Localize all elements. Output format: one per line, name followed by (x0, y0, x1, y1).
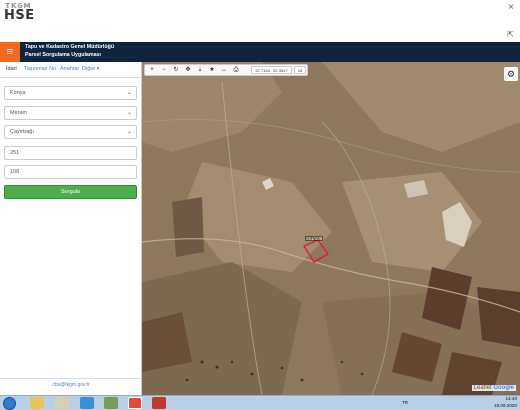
measure-icon[interactable]: ↔ (218, 65, 230, 75)
tab-diger[interactable]: Diğer ▾ (82, 66, 99, 72)
app-header: ≡ Tapu ve Kadastro Genel Müdürlüğü Parse… (0, 42, 520, 62)
collapse-icon[interactable]: ⇱ (507, 30, 514, 39)
zoom-out-icon[interactable]: − (158, 65, 170, 75)
satellite-imagery (142, 62, 520, 395)
neighborhood-select[interactable]: Çayırbağı ⌄ (4, 125, 137, 139)
app-icon[interactable] (104, 397, 118, 409)
parcel-label: 251/108 (305, 236, 324, 241)
app-title: Tapu ve Kadastro Genel Müdürlüğü Parsel … (25, 44, 114, 59)
title-line-2: Parsel Sorgulama Uygulaması (25, 51, 101, 58)
system-clock[interactable]: 14:40 18.09.2020 (494, 396, 517, 409)
taskbar: TR 14:40 18.09.2020 (0, 395, 520, 410)
leaflet-link[interactable]: Leaflet (474, 385, 492, 391)
province-value: Konya (10, 90, 26, 96)
tab-anahtar[interactable]: Anahtar (60, 66, 79, 72)
coordinate-readout[interactable]: 37.7104 , 32.3517 (251, 66, 292, 74)
parcel-value: 108 (10, 169, 20, 175)
logo-text: HSE (4, 8, 35, 23)
logo: ᴛᴋɢᴍ HSE (4, 1, 35, 23)
download-icon[interactable]: ⇣ (194, 65, 206, 75)
title-line-1: Tapu ve Kadastro Genel Müdürlüğü (25, 44, 115, 50)
zoom-in-icon[interactable]: + (146, 65, 158, 75)
map-toolbar: + − ↻ ✥ ⇣ ★ ↔ ⎙ 37.7104 , 32.3517 16 (144, 64, 308, 76)
language-indicator[interactable]: TR (402, 400, 408, 405)
gear-icon[interactable]: ⚙ (504, 67, 518, 81)
top-bar: ᴛᴋɢᴍ HSE × ⇱ (0, 0, 520, 42)
print-icon[interactable]: ⎙ (230, 65, 242, 75)
chevron-down-icon: ⌄ (126, 110, 132, 116)
close-icon[interactable]: × (508, 2, 514, 13)
refresh-icon[interactable]: ↻ (170, 65, 182, 75)
favorite-icon[interactable]: ★ (206, 65, 218, 75)
media-player-icon[interactable] (55, 397, 69, 409)
map-attribution: Leaflet Google (471, 385, 516, 391)
query-tabs: İdari Taşınmaz No Anahtar Diğer ▾ (0, 62, 142, 78)
province-select[interactable]: Konya ⌄ (4, 86, 137, 100)
locate-icon[interactable]: ✥ (182, 65, 194, 75)
district-select[interactable]: Meram ⌄ (4, 106, 137, 120)
start-button[interactable] (3, 397, 16, 410)
google-logo: Google (493, 385, 514, 391)
chevron-down-icon: ⌄ (126, 90, 132, 96)
tab-tasinmaz-no[interactable]: Taşınmaz No (24, 66, 56, 72)
chevron-down-icon: ⌄ (126, 129, 132, 135)
sidebar: İdari Taşınmaz No Anahtar Diğer ▾ Konya … (0, 62, 142, 395)
parcel-input[interactable]: 108 (4, 165, 137, 179)
block-value: 251 (10, 150, 20, 156)
district-value: Meram (10, 110, 28, 116)
clock-date: 18.09.2020 (494, 402, 517, 408)
tab-idari[interactable]: İdari (6, 66, 17, 72)
contact-email-link[interactable]: cbs@tkgm.gov.tr (0, 382, 142, 388)
block-input[interactable]: 251 (4, 146, 137, 160)
pdf-icon[interactable] (152, 397, 166, 409)
query-button[interactable]: Sorgula (4, 185, 137, 199)
neighborhood-value: Çayırbağı (10, 129, 34, 135)
divider (0, 378, 142, 379)
internet-explorer-icon[interactable] (80, 397, 94, 409)
file-explorer-icon[interactable] (30, 397, 44, 409)
chrome-icon[interactable] (128, 397, 142, 409)
hamburger-icon[interactable]: ≡ (0, 42, 20, 62)
satellite-map[interactable]: + − ↻ ✥ ⇣ ★ ↔ ⎙ 37.7104 , 32.3517 16 ⚙ 2… (142, 62, 520, 395)
zoom-level[interactable]: 16 (294, 66, 306, 74)
